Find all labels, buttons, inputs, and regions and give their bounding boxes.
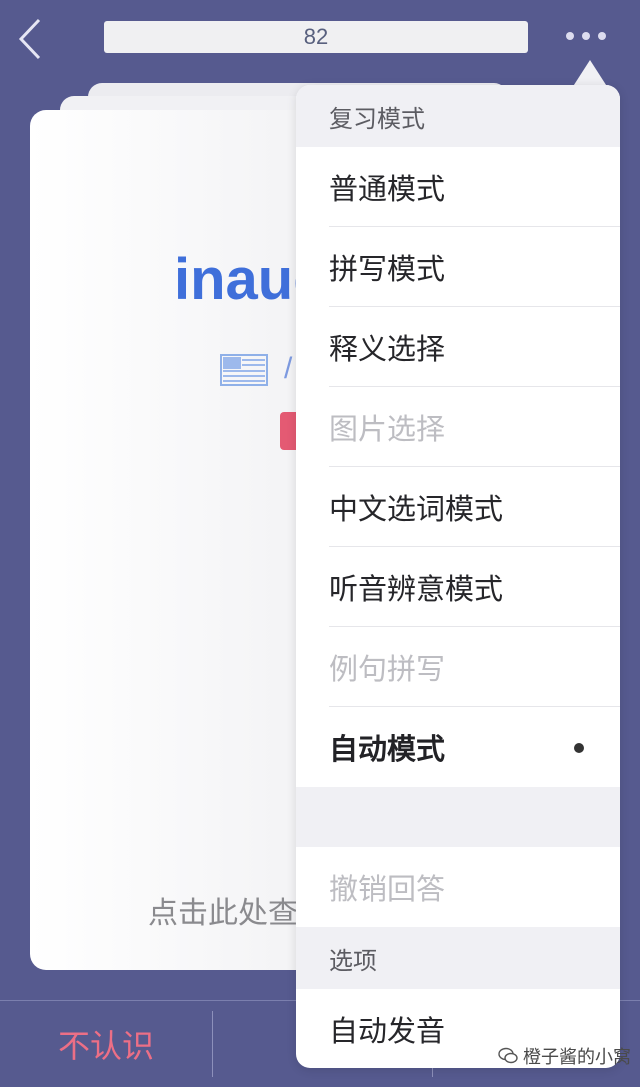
menu-item-label: 例句拼写 bbox=[329, 652, 446, 686]
back-button[interactable] bbox=[10, 16, 50, 62]
menu-item-auto-mode[interactable]: 自动模式 bbox=[296, 707, 620, 787]
menu-item-definition-choice[interactable]: 释义选择 bbox=[296, 307, 620, 387]
menu-item-sentence-spelling: 例句拼写 bbox=[296, 627, 620, 707]
menu-item-label: 拼写模式 bbox=[329, 252, 446, 286]
menu-item-label: 撤销回答 bbox=[329, 872, 446, 906]
menu-pointer bbox=[572, 60, 608, 88]
menu-item-picture-choice: 图片选择 bbox=[296, 387, 620, 467]
menu-item-label: 图片选择 bbox=[329, 412, 446, 446]
counter-value: 82 bbox=[303, 24, 329, 49]
phonetic-text: / bbox=[284, 352, 293, 385]
watermark-text: 橙子酱的小窝 bbox=[523, 1047, 631, 1068]
menu-item-label: 中文选词模式 bbox=[329, 492, 504, 526]
us-flag-icon[interactable] bbox=[220, 354, 268, 386]
unknown-button[interactable]: 不认识 bbox=[0, 1001, 212, 1087]
menu-item-label: 自动模式 bbox=[329, 732, 446, 766]
more-dot bbox=[582, 32, 590, 40]
wechat-icon bbox=[498, 1047, 518, 1064]
tap-hint: 点击此处查 bbox=[148, 896, 298, 931]
menu-item-normal-mode[interactable]: 普通模式 bbox=[296, 147, 620, 227]
menu-item-label: 听音辨意模式 bbox=[329, 572, 504, 606]
menu-item-label: 自动发音 bbox=[329, 1014, 446, 1048]
selected-dot-icon bbox=[574, 743, 584, 753]
options-section-header: 选项 bbox=[296, 927, 620, 989]
review-mode-section-header: 复习模式 bbox=[296, 85, 620, 147]
menu-gap bbox=[296, 787, 620, 847]
watermark: 橙子酱的小窝 bbox=[498, 1043, 631, 1069]
progress-counter: 82 bbox=[104, 21, 528, 53]
menu-item-spelling-mode[interactable]: 拼写模式 bbox=[296, 227, 620, 307]
chevron-left-icon bbox=[18, 18, 41, 60]
menu-item-listening-mode[interactable]: 听音辨意模式 bbox=[296, 547, 620, 627]
menu-item-label: 释义选择 bbox=[329, 332, 446, 366]
menu-item-label: 普通模式 bbox=[329, 172, 446, 206]
more-dot bbox=[598, 32, 606, 40]
menu-item-undo-answer: 撤销回答 bbox=[296, 847, 620, 927]
more-dot bbox=[566, 32, 574, 40]
options-menu: 复习模式 普通模式 拼写模式 释义选择 图片选择 中文选词模式 听音辨意模式 例… bbox=[296, 85, 620, 1068]
more-options-button[interactable] bbox=[556, 20, 616, 52]
menu-item-chinese-word-choice[interactable]: 中文选词模式 bbox=[296, 467, 620, 547]
